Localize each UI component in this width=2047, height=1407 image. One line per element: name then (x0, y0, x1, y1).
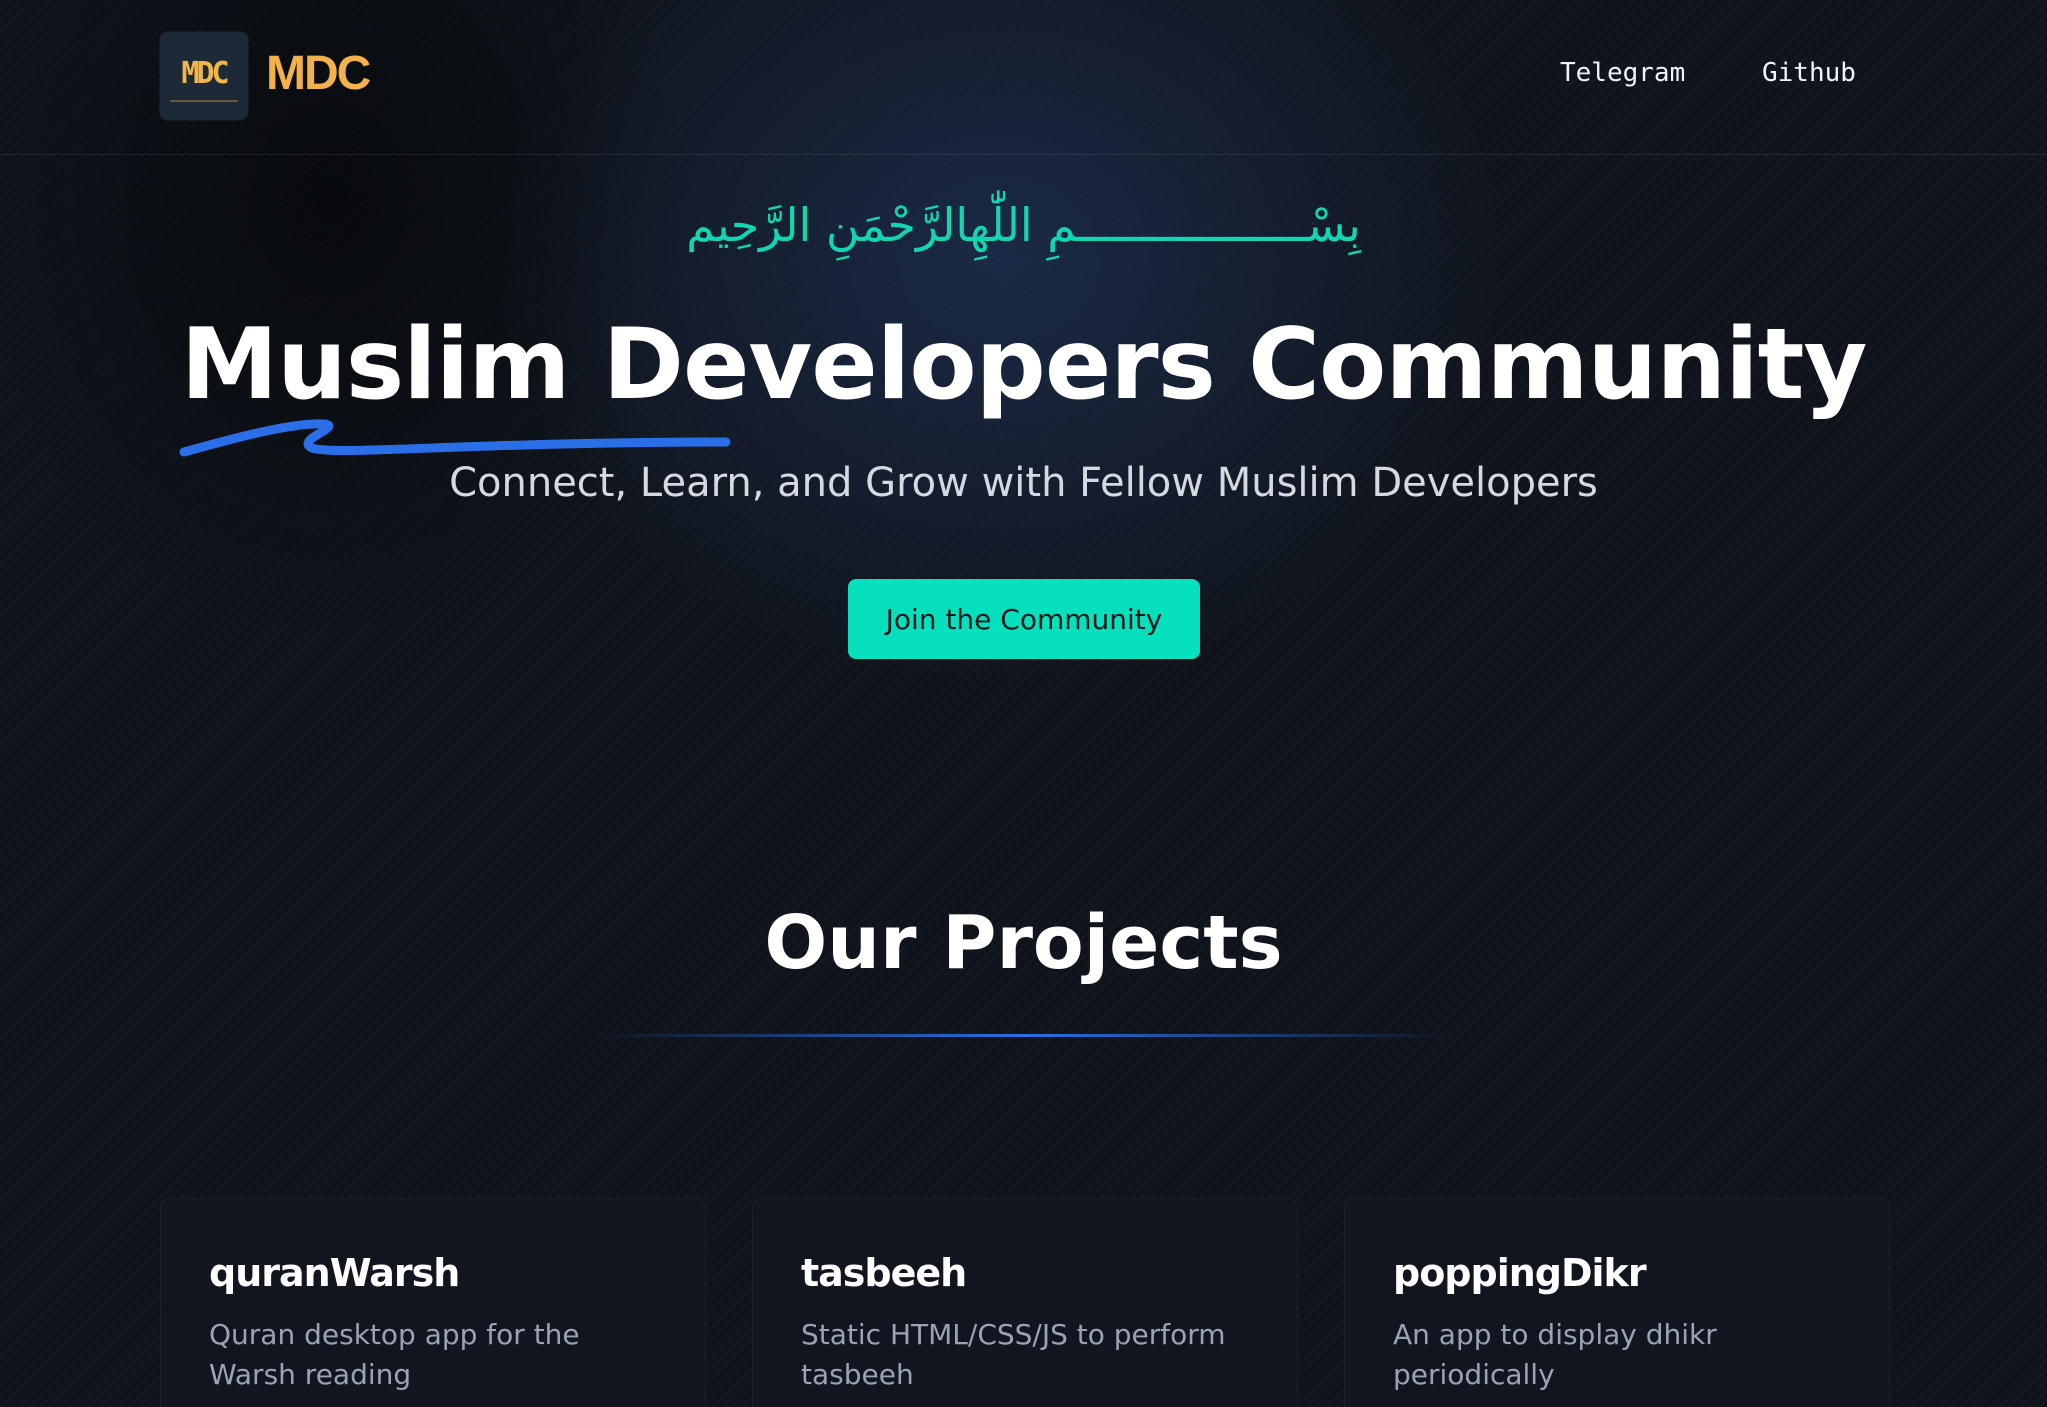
project-card-tasbeeh[interactable]: tasbeeh Static HTML/CSS/JS to perform ta… (752, 1198, 1298, 1407)
projects-heading-divider (600, 1034, 1447, 1037)
site-header: MDC MDC Telegram Github (0, 0, 2047, 155)
brand-name[interactable]: MDC (266, 46, 371, 101)
project-card-description: Quran desktop app for the Warsh reading (209, 1318, 580, 1391)
join-community-button[interactable]: Join the Community (848, 579, 1200, 659)
project-card-title: quranWarsh (209, 1251, 460, 1295)
project-card-quranwarsh[interactable]: quranWarsh Quran desktop app for the War… (160, 1198, 706, 1407)
project-card-description: An app to display dhikr periodically (1393, 1318, 1717, 1391)
logo-tagline-line (170, 100, 238, 102)
page: MDC MDC Telegram Github بِسْــــــــــــ… (0, 0, 2047, 1407)
nav-link-github[interactable]: Github (1762, 58, 1856, 88)
project-card-title: poppingDikr (1393, 1251, 1647, 1295)
nav-link-telegram[interactable]: Telegram (1560, 58, 1685, 88)
logo-icon[interactable]: MDC (160, 32, 248, 120)
bismillah-text: بِسْـــــــــــــــــمِ اللّٰهِالرَّحْمَ… (686, 198, 1361, 252)
project-card-description: Static HTML/CSS/JS to perform tasbeeh (801, 1318, 1226, 1391)
project-card-poppingdikr[interactable]: poppingDikr An app to display dhikr peri… (1344, 1198, 1890, 1407)
project-card-title: tasbeeh (801, 1251, 967, 1295)
logo-monogram: MDC (181, 56, 229, 91)
hero-subtitle: Connect, Learn, and Grow with Fellow Mus… (449, 460, 1598, 506)
projects-heading: Our Projects (764, 900, 1283, 986)
